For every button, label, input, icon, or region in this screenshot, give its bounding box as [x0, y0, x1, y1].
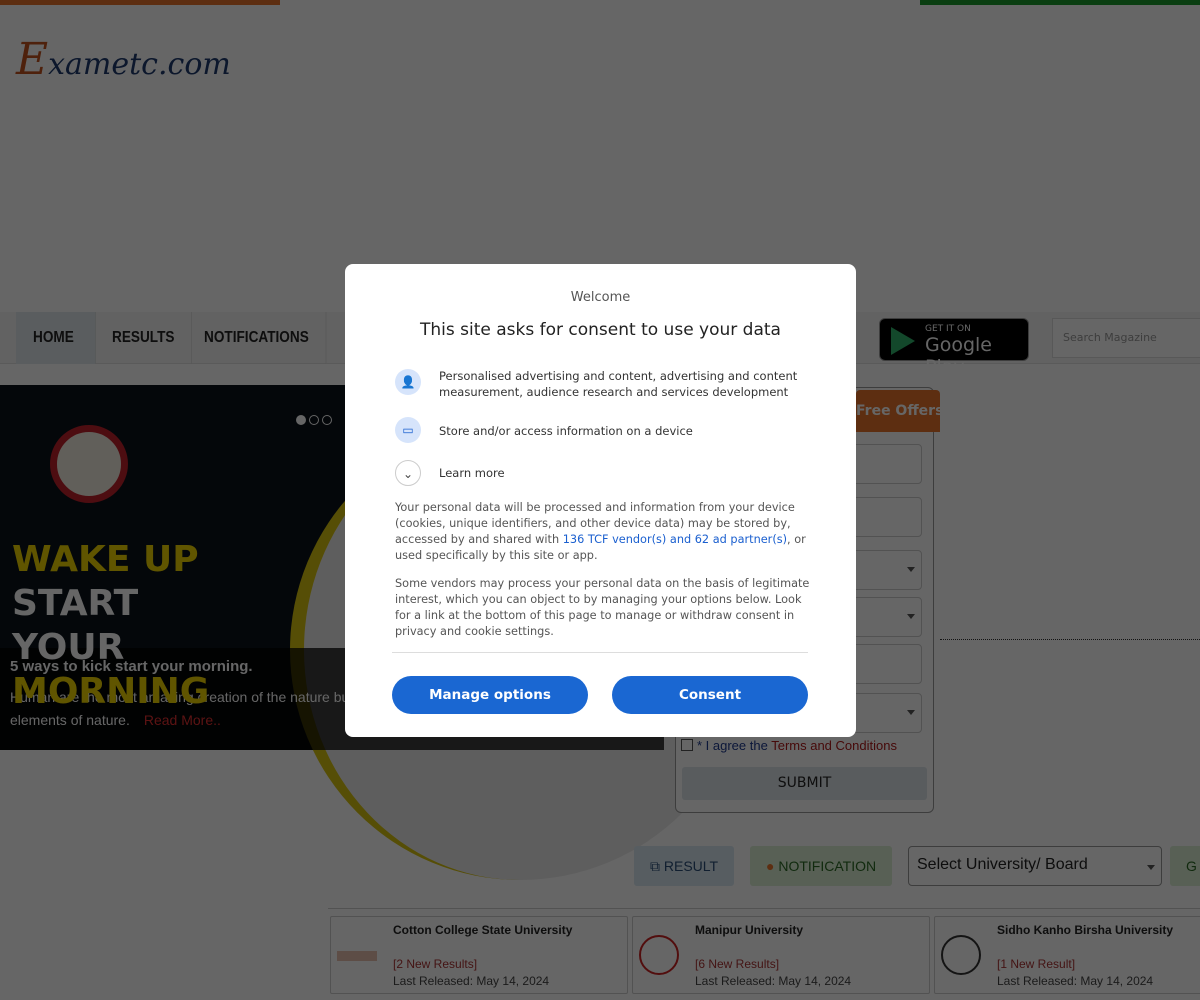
university-card[interactable]: Cotton College State University [2 New Re… [330, 916, 628, 994]
slider-dots[interactable] [296, 410, 335, 429]
site-logo[interactable]: Exametc.com [16, 34, 231, 85]
university-logo [639, 935, 679, 975]
person-icon: 👤 [395, 369, 421, 395]
nav-notifications[interactable]: NOTIFICATIONS [187, 312, 327, 364]
go-button[interactable]: G [1170, 846, 1200, 886]
divider [392, 652, 808, 653]
terms-checkbox[interactable] [681, 739, 693, 751]
slider-dot[interactable] [296, 415, 306, 425]
dialog-title: This site asks for consent to use your d… [420, 320, 781, 340]
consent-dialog: Welcome This site asks for consent to us… [345, 264, 856, 737]
divider [940, 639, 1200, 640]
search-input[interactable]: Search Magazine [1052, 318, 1200, 358]
free-offers-tab[interactable]: Free Offers [856, 390, 943, 432]
university-logo [941, 935, 981, 975]
alarm-clock-icon [50, 425, 128, 503]
terms-link[interactable]: Terms and Conditions [771, 738, 897, 753]
nav-home[interactable]: HOME [16, 312, 96, 364]
caret-down-icon [1147, 865, 1155, 870]
caret-down-icon [907, 614, 915, 619]
microphone-icon: ● [766, 858, 775, 874]
play-store-icon [891, 327, 915, 355]
submit-button[interactable]: SUBMIT [682, 767, 927, 800]
consent-button[interactable]: Consent [612, 676, 808, 714]
top-accent-bar-orange [0, 0, 280, 5]
top-accent-bar-green [920, 0, 1200, 5]
read-more-link[interactable]: Read More.. [144, 712, 221, 728]
google-play-badge[interactable]: GET IT ON Google Play [879, 318, 1029, 378]
manage-options-button[interactable]: Manage options [392, 676, 588, 714]
caret-down-icon [907, 567, 915, 572]
result-button[interactable]: ⧉ RESULT [634, 846, 735, 886]
devices-icon: ▭ [395, 417, 421, 443]
caret-down-icon [907, 710, 915, 715]
slide-headline: WAKE UP START YOUR MORNING [12, 539, 210, 712]
terms-checkbox-row[interactable]: * I agree the Terms and Conditions [681, 738, 897, 753]
divider [328, 908, 1200, 909]
notification-button[interactable]: ● NOTIFICATION [750, 846, 893, 886]
university-card[interactable]: Sidho Kanho Birsha University [1 New Resu… [934, 916, 1200, 994]
slider-dot[interactable] [309, 415, 319, 425]
chevron-down-icon[interactable]: ⌄ [395, 460, 421, 486]
university-select[interactable]: Select University/ Board [908, 846, 1162, 886]
slider-dot[interactable] [322, 415, 332, 425]
vendors-link[interactable]: 136 TCF vendor(s) and 62 ad partner(s) [563, 533, 787, 546]
university-card[interactable]: Manipur University [6 New Results] Last Re… [632, 916, 930, 994]
nav-results[interactable]: RESULTS [95, 312, 193, 364]
university-logo [337, 951, 377, 961]
